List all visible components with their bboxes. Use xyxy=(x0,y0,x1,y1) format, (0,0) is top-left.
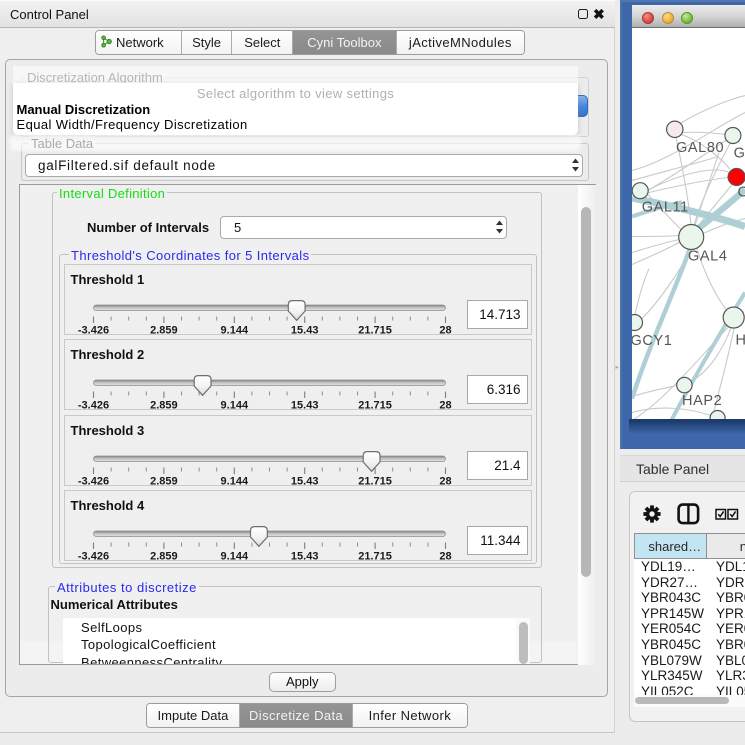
svg-text:9.144: 9.144 xyxy=(220,324,248,335)
svg-text:28: 28 xyxy=(439,475,451,486)
svg-text:GAL4: GAL4 xyxy=(688,248,727,264)
svg-text:28: 28 xyxy=(439,551,451,562)
svg-text:15.43: 15.43 xyxy=(290,551,318,562)
svg-text:C: C xyxy=(738,184,745,200)
svg-text:2.859: 2.859 xyxy=(150,475,178,486)
svg-text:-3.426: -3.426 xyxy=(77,475,108,486)
svg-text:15.43: 15.43 xyxy=(290,400,318,411)
svg-text:-3.426: -3.426 xyxy=(77,400,108,411)
svg-text:9.144: 9.144 xyxy=(220,400,248,411)
svg-text:21.715: 21.715 xyxy=(358,324,392,335)
svg-text:21.715: 21.715 xyxy=(358,551,392,562)
svg-text:28: 28 xyxy=(439,324,451,335)
svg-text:15.43: 15.43 xyxy=(290,324,318,335)
svg-text:GAL: GAL xyxy=(734,145,745,161)
svg-text:2.859: 2.859 xyxy=(150,551,178,562)
svg-text:2.859: 2.859 xyxy=(150,324,178,335)
svg-text:21.715: 21.715 xyxy=(358,400,392,411)
svg-text:-3.426: -3.426 xyxy=(77,324,108,335)
svg-text:2.859: 2.859 xyxy=(150,400,178,411)
svg-text:GAL80: GAL80 xyxy=(676,140,724,156)
svg-text:9.144: 9.144 xyxy=(220,551,248,562)
svg-text:GAL11: GAL11 xyxy=(642,199,689,215)
svg-text:H: H xyxy=(736,332,745,348)
svg-text:15.43: 15.43 xyxy=(290,475,318,486)
svg-text:9.144: 9.144 xyxy=(220,475,248,486)
svg-text:GCY1: GCY1 xyxy=(632,333,672,349)
svg-text:-3.426: -3.426 xyxy=(77,551,108,562)
svg-text:28: 28 xyxy=(439,400,451,411)
svg-text:HAP2: HAP2 xyxy=(682,393,722,409)
svg-text:21.715: 21.715 xyxy=(358,475,392,486)
